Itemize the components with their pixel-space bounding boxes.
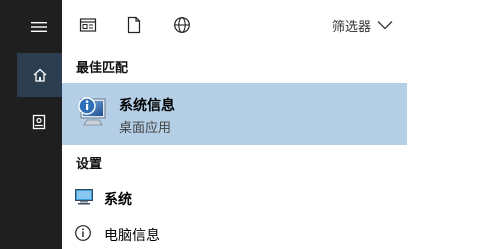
filter-dropdown[interactable]: 筛选器: [332, 14, 393, 36]
best-match-result[interactable]: 系统信息 桌面应用: [62, 83, 407, 145]
chevron-down-icon: [377, 21, 393, 30]
settings-item-label: 系统: [104, 192, 132, 208]
info-icon: [75, 225, 91, 241]
filter-toolbar: 筛选器: [62, 0, 407, 50]
best-match-subtitle: 桌面应用: [119, 121, 172, 136]
notebook-icon: [32, 114, 46, 130]
settings-heading: 设置: [76, 157, 103, 172]
settings-item-label: 电脑信息: [104, 228, 160, 244]
file-filter-icon: [127, 16, 141, 34]
filter-label: 筛选器: [331, 19, 371, 35]
home-button[interactable]: [17, 53, 62, 97]
left-rail: [0, 0, 62, 249]
web-filter-icon: [174, 17, 190, 33]
best-match-heading: 最佳匹配: [76, 61, 129, 76]
web-filter-button[interactable]: [172, 15, 192, 35]
best-match-title: 系统信息: [119, 98, 175, 114]
file-filter-button[interactable]: [124, 15, 144, 35]
hamburger-menu-icon: [31, 22, 47, 32]
notebook-button[interactable]: [17, 100, 61, 144]
monitor-icon: [75, 189, 93, 205]
documents-filter-button[interactable]: [78, 15, 98, 35]
search-results-panel: 筛选器 最佳匹配 系统信息 桌面应用 设置 系统 电脑信息: [62, 0, 407, 249]
settings-item-system[interactable]: 系统: [62, 182, 407, 212]
settings-item-pc-info[interactable]: 电脑信息: [62, 218, 407, 248]
home-icon: [33, 68, 46, 82]
documents-filter-icon: [79, 18, 97, 32]
system-info-icon: [78, 97, 106, 126]
menu-button[interactable]: [17, 5, 61, 49]
